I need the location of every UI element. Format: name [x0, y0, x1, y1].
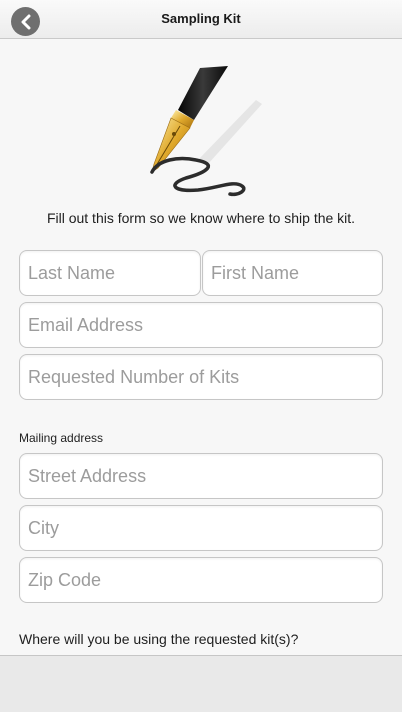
zip-code-field[interactable]: [19, 557, 383, 603]
street-address-field[interactable]: [19, 453, 383, 499]
first-name-field[interactable]: [202, 250, 383, 296]
page-title: Sampling Kit: [161, 11, 241, 26]
mailing-address-label: Mailing address: [19, 431, 104, 445]
fountain-pen-signature-icon: [150, 66, 262, 197]
kits-quantity-field[interactable]: [19, 354, 383, 400]
app-header: Sampling Kit: [0, 0, 402, 39]
intro-text: Fill out this form so we know where to s…: [46, 210, 356, 226]
usage-question: Where will you be using the requested ki…: [19, 631, 299, 647]
last-name-field[interactable]: [19, 250, 201, 296]
email-field[interactable]: [19, 302, 383, 348]
city-field[interactable]: [19, 505, 383, 551]
bottom-bar: [0, 655, 402, 712]
